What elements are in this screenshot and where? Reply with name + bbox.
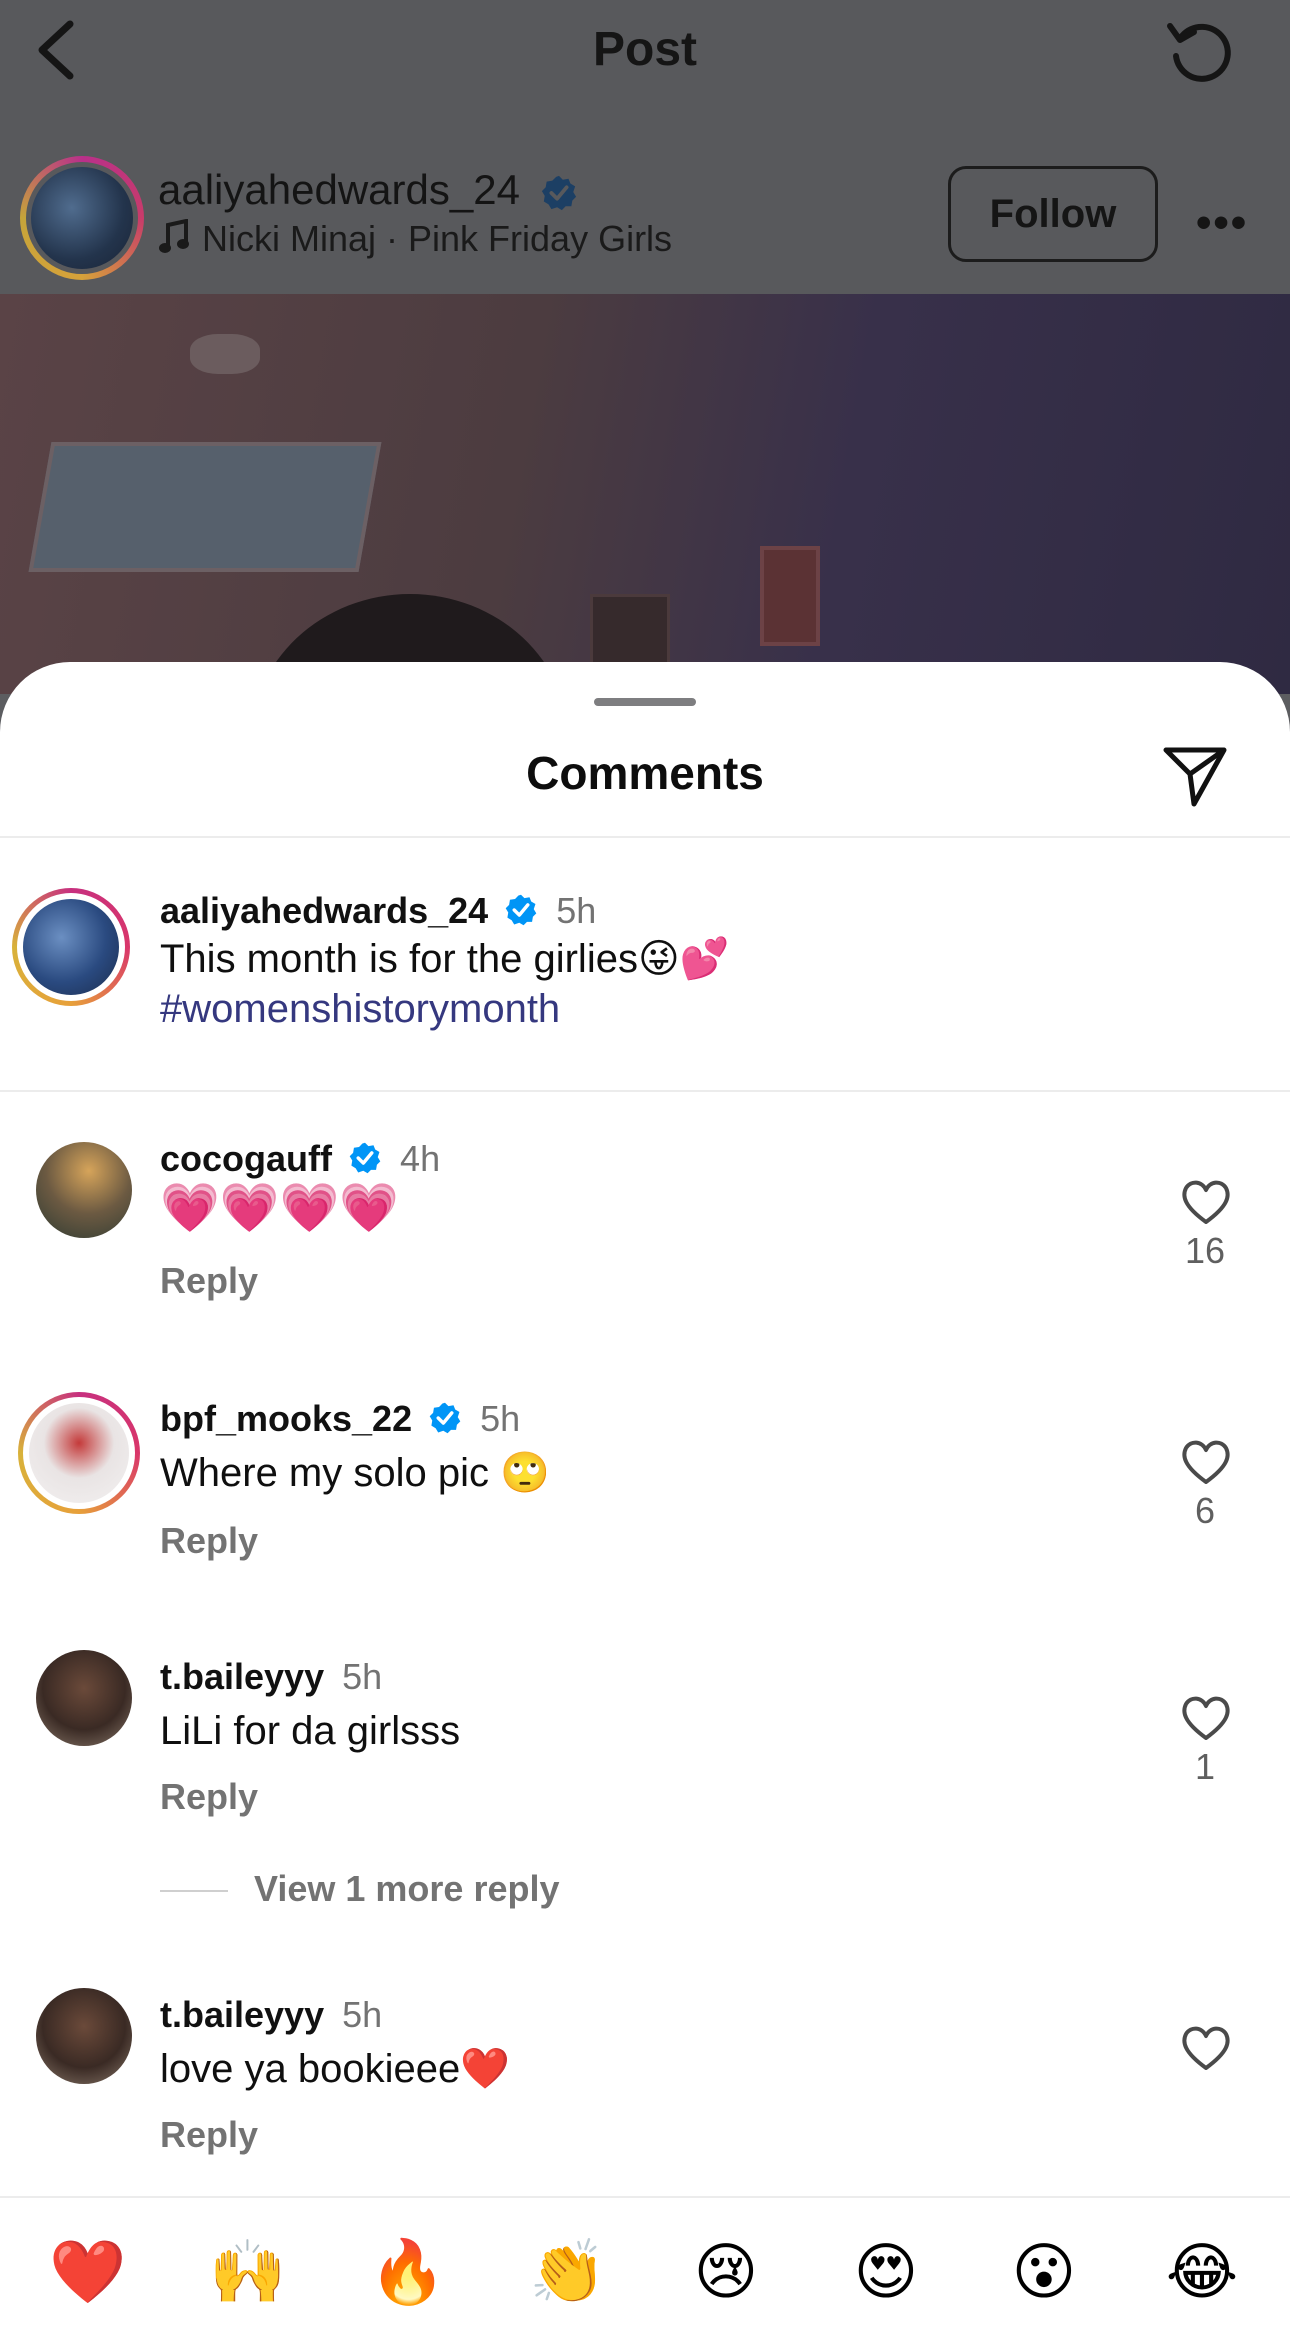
comment-username[interactable]: aaliyahedwards_24: [160, 890, 488, 931]
reaction-clapping-emoji[interactable]: 👏: [528, 2232, 608, 2312]
sheet-grabber-handle[interactable]: [594, 698, 696, 706]
avatar[interactable]: [36, 1142, 132, 1238]
sheet-title: Comments: [526, 747, 764, 799]
author-avatar[interactable]: [20, 156, 144, 280]
avatar[interactable]: [36, 1988, 132, 2084]
caption-text: This month is for the girlies😜💕: [160, 937, 730, 981]
avatar[interactable]: [36, 1650, 132, 1746]
comment-username[interactable]: cocogauff: [160, 1138, 332, 1179]
hashtag-link[interactable]: #womenshistorymonth: [160, 984, 729, 1034]
view-more-replies-button[interactable]: View 1 more reply: [160, 1868, 560, 1910]
reaction-raising-hands-emoji[interactable]: 🙌: [208, 2232, 288, 2312]
page-title: Post: [592, 23, 697, 76]
reply-button[interactable]: Reply: [160, 1260, 258, 1302]
music-note-icon: [159, 219, 189, 253]
like-count: 16: [1184, 1230, 1226, 1271]
comment-username[interactable]: t.baileyyy: [160, 1994, 324, 2035]
like-heart-icon[interactable]: [1180, 1694, 1232, 1742]
avatar[interactable]: [18, 1392, 140, 1514]
post-header: aaliyahedwards_24 Nicki Minaj · Pink Fri…: [0, 100, 1290, 294]
author-username[interactable]: aaliyahedwards_24: [158, 166, 578, 214]
reaction-red-heart-emoji[interactable]: ❤️: [48, 2232, 128, 2312]
more-options-icon[interactable]: •••: [1196, 198, 1248, 248]
comment-username[interactable]: bpf_mooks_22: [160, 1398, 412, 1439]
verified-badge-icon: [541, 175, 576, 211]
comment-timestamp: 5h: [480, 1398, 521, 1439]
like-heart-icon[interactable]: [1180, 1178, 1232, 1226]
follow-button[interactable]: Follow: [948, 166, 1158, 262]
comments-sheet: Comments aaliyahedwards_24 5h This month…: [0, 662, 1290, 2337]
like-count: 6: [1194, 1490, 1216, 1531]
comment-text: love ya bookieee❤️: [160, 2047, 511, 2091]
comment-text: 💗💗💗💗: [160, 1182, 400, 1235]
quick-reactions-bar: ❤️ 🙌 🔥 👏 😢 😍 😮 😂: [0, 2196, 1290, 2337]
reaction-fire-emoji[interactable]: 🔥: [368, 2232, 448, 2312]
comment-text: LiLi for da girlsss: [160, 1709, 461, 1753]
comment-timestamp: 5h: [556, 890, 597, 931]
reply-button[interactable]: Reply: [160, 2114, 258, 2156]
reaction-laughing-emoji[interactable]: 😂: [1162, 2232, 1242, 2312]
post-photo[interactable]: [0, 294, 1290, 694]
reply-button[interactable]: Reply: [160, 1776, 258, 1818]
refresh-icon[interactable]: [1164, 16, 1234, 86]
like-heart-icon[interactable]: [1180, 2024, 1232, 2072]
verified-badge-icon: [429, 1402, 461, 1434]
like-count: 1: [1194, 1746, 1216, 1787]
reaction-heart-eyes-emoji[interactable]: 😍: [846, 2232, 926, 2312]
avatar[interactable]: [12, 888, 130, 1006]
verified-badge-icon: [505, 894, 537, 926]
comment-timestamp: 5h: [342, 1656, 383, 1697]
thread-line: [160, 1890, 228, 1893]
top-navigation-bar: Post: [0, 0, 1290, 100]
reaction-surprised-emoji[interactable]: 😮: [1004, 2232, 1084, 2312]
share-send-icon[interactable]: [1160, 740, 1230, 810]
comment-timestamp: 4h: [400, 1138, 441, 1179]
comment-username[interactable]: t.baileyyy: [160, 1656, 324, 1697]
verified-badge-icon: [349, 1142, 381, 1174]
comment-timestamp: 5h: [342, 1994, 383, 2035]
audio-track[interactable]: Nicki Minaj · Pink Friday Girls: [158, 218, 672, 260]
comment-text: Where my solo pic 🙄: [160, 1451, 550, 1495]
reaction-crying-emoji[interactable]: 😢: [686, 2232, 766, 2312]
like-heart-icon[interactable]: [1180, 1438, 1232, 1486]
reply-button[interactable]: Reply: [160, 1520, 258, 1562]
